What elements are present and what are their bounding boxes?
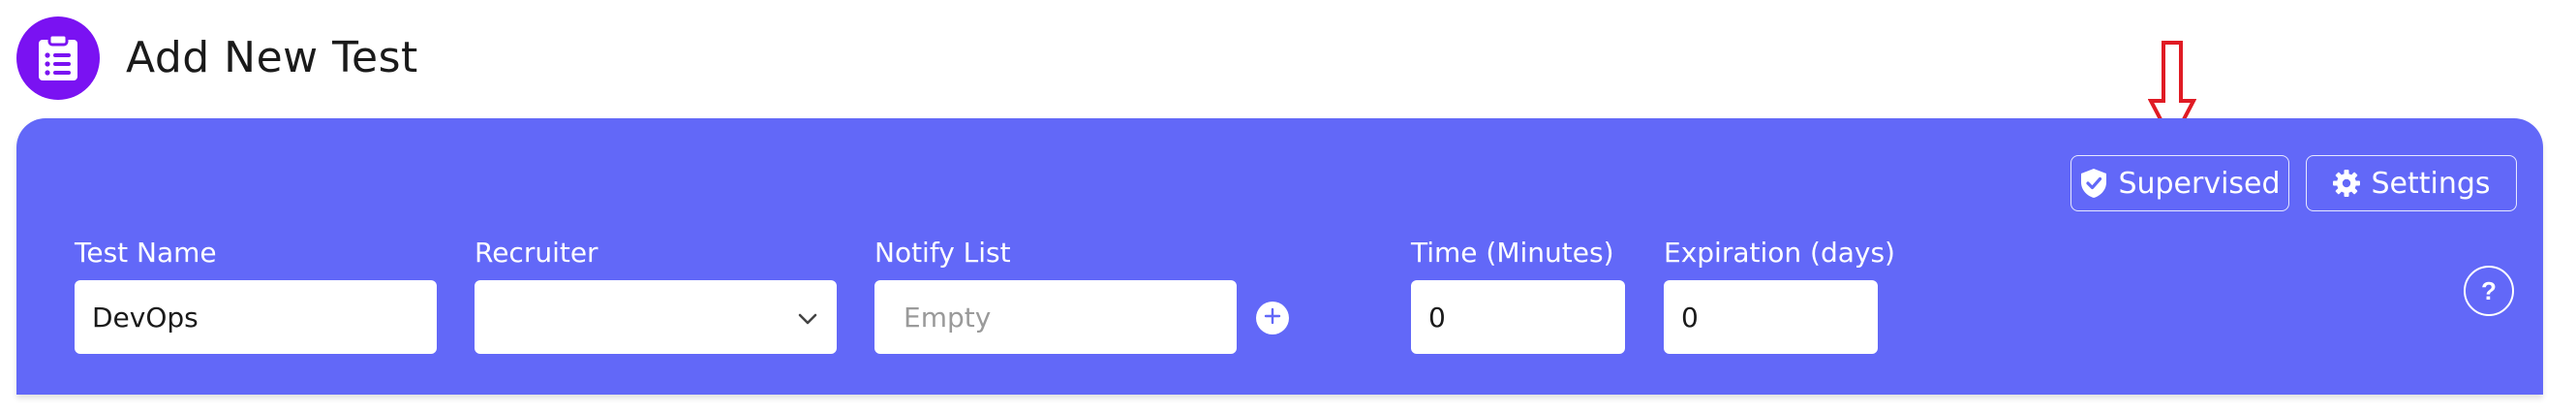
test-name-input[interactable]: DevOps <box>75 280 437 354</box>
test-name-label: Test Name <box>75 237 217 269</box>
chevron-down-icon <box>796 302 819 334</box>
test-form-panel: Supervised Settings Test Name DevOps Rec… <box>16 118 2543 395</box>
gear-icon <box>2332 169 2361 198</box>
help-button[interactable]: ? <box>2464 266 2514 316</box>
plus-icon <box>1263 306 1282 331</box>
expiration-days-input[interactable]: 0 <box>1664 280 1878 354</box>
test-name-value: DevOps <box>92 301 199 334</box>
notify-list-placeholder: Empty <box>904 301 992 334</box>
time-minutes-input[interactable]: 0 <box>1411 280 1625 354</box>
supervised-button[interactable]: Supervised <box>2070 155 2289 211</box>
expiration-days-label: Expiration (days) <box>1664 237 1895 269</box>
recruiter-label: Recruiter <box>475 237 598 269</box>
time-minutes-value: 0 <box>1428 301 1446 334</box>
shield-check-icon <box>2079 168 2108 199</box>
time-minutes-label: Time (Minutes) <box>1411 237 1614 269</box>
help-icon: ? <box>2481 275 2497 305</box>
supervised-label: Supervised <box>2118 166 2281 201</box>
clipboard-list-icon <box>16 16 100 100</box>
notify-list-label: Notify List <box>874 237 1011 269</box>
settings-label: Settings <box>2371 166 2491 201</box>
add-new-test-page: Add New Test Supervised Settings Test Na… <box>0 0 2576 414</box>
settings-button[interactable]: Settings <box>2306 155 2517 211</box>
add-notify-button[interactable] <box>1256 302 1289 334</box>
recruiter-select[interactable] <box>475 280 837 354</box>
notify-list-input[interactable]: Empty <box>874 280 1237 354</box>
expiration-days-value: 0 <box>1681 301 1699 334</box>
page-title: Add New Test <box>126 33 418 82</box>
